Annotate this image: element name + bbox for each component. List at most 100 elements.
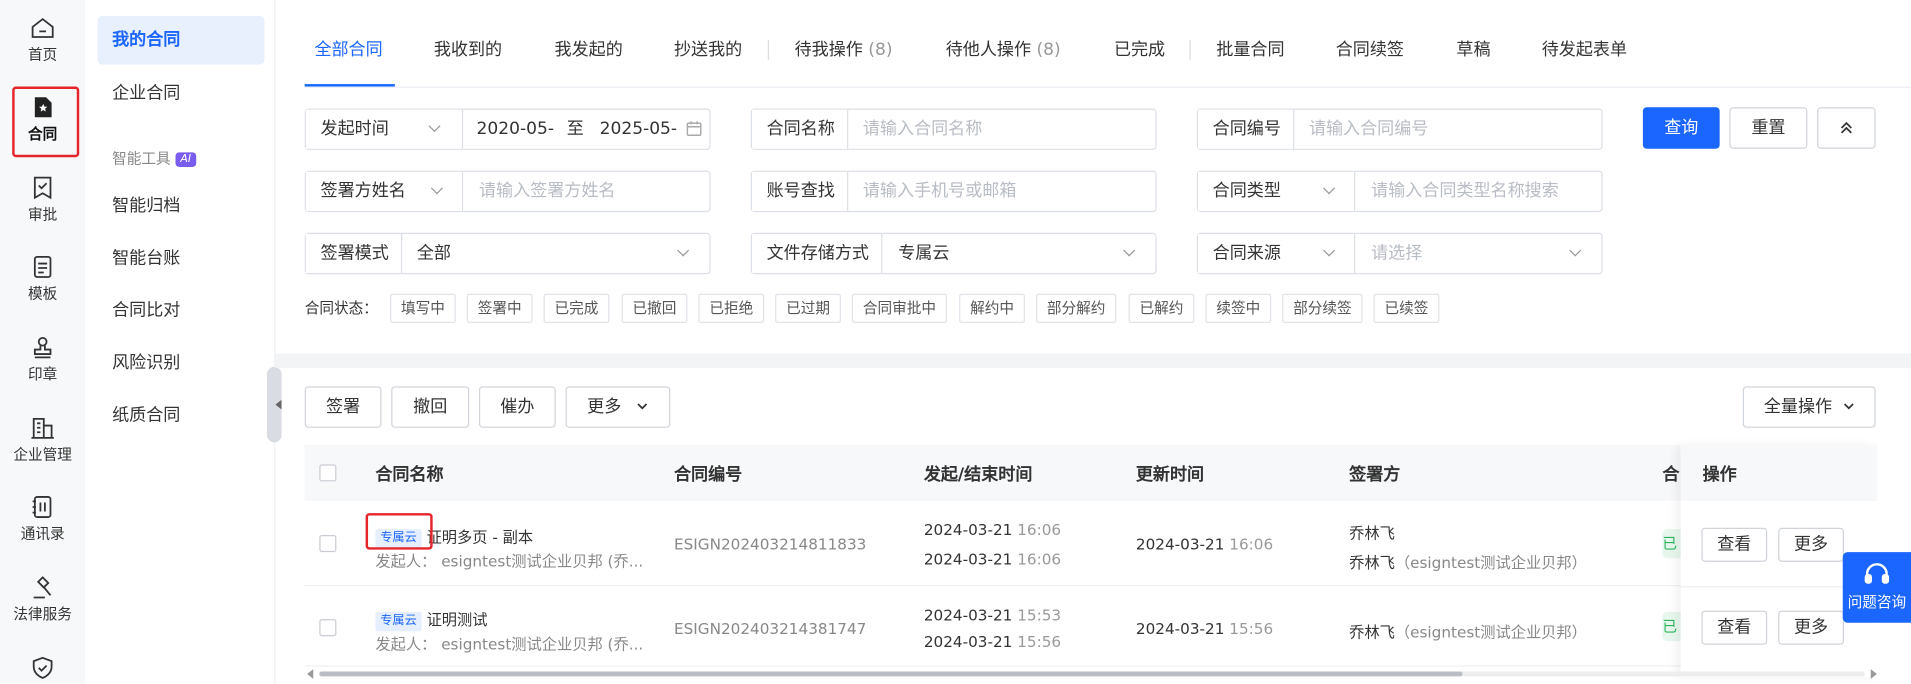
nav-home[interactable]: 首页 — [0, 15, 85, 65]
status-chip[interactable]: 合同审批中 — [851, 293, 947, 323]
tab-initiated[interactable]: 我发起的 — [555, 37, 623, 61]
status-chip[interactable]: 已续签 — [1373, 293, 1440, 323]
revoke-button[interactable]: 撤回 — [391, 386, 470, 428]
status-chip[interactable]: 续签中 — [1205, 293, 1272, 323]
row-checkbox[interactable] — [319, 535, 337, 553]
start-clock: 16:06 — [1017, 520, 1062, 539]
sidebar-item-paper-contracts[interactable]: 纸质合同 — [98, 391, 265, 440]
tab-received[interactable]: 我收到的 — [434, 37, 502, 61]
sidebar-item-enterprise-contracts[interactable]: 企业合同 — [98, 69, 265, 118]
signer-name: 乔林飞 — [1349, 553, 1395, 572]
row-more-button[interactable]: 更多 — [1778, 610, 1844, 645]
tab-todo-me[interactable]: 待我操作 (8) — [795, 37, 893, 61]
signer-org: （esigntest测试企业贝邦） — [1394, 622, 1587, 642]
sidebar-item-my-contracts[interactable]: 我的合同 — [97, 15, 265, 65]
reset-button[interactable]: 重置 — [1729, 107, 1808, 149]
nav-contacts[interactable]: 通讯录 — [0, 494, 85, 544]
tab-completed[interactable]: 已完成 — [1114, 37, 1165, 61]
status-chip[interactable]: 已拒绝 — [698, 293, 765, 323]
contract-type-select[interactable]: 合同类型 — [1198, 171, 1356, 211]
urge-button[interactable]: 催办 — [478, 386, 556, 428]
source-select[interactable]: 请选择 — [1371, 234, 1422, 273]
table-row[interactable]: 专属云 证明测试 发起人： esigntest测试企业贝邦 (乔... ESIGN… — [304, 586, 1877, 667]
tab-drafts[interactable]: 草稿 — [1456, 37, 1490, 61]
bulk-operations-button[interactable]: 全量操作 — [1742, 386, 1876, 428]
row-more-button[interactable]: 更多 — [1778, 527, 1844, 562]
tab-all[interactable]: 全部合同 — [314, 37, 382, 61]
status-chip[interactable]: 已完成 — [543, 293, 610, 323]
status-chip[interactable]: 已撤回 — [621, 293, 688, 323]
help-consult-button[interactable]: 问题咨询 — [1842, 552, 1911, 623]
nav-enterprise[interactable]: 企业管理 — [0, 414, 85, 464]
headset-icon — [1864, 563, 1890, 584]
scroll-thumb[interactable] — [319, 671, 1463, 677]
horizontal-scrollbar[interactable] — [307, 669, 1877, 679]
collapse-filters-button[interactable] — [1817, 107, 1876, 149]
contract-name-cell[interactable]: 专属云 证明测试 — [375, 607, 488, 632]
contacts-icon — [32, 496, 52, 518]
section-divider — [275, 353, 1911, 369]
query-button[interactable]: 查询 — [1642, 107, 1720, 149]
sidebar-item-smart-archive[interactable]: 智能归档 — [98, 182, 265, 231]
status-chip[interactable]: 填写中 — [390, 293, 456, 323]
date-end-input[interactable]: 2025-05- — [600, 110, 677, 149]
column-header-signers: 签署方 — [1349, 465, 1401, 486]
signer-input[interactable]: 请输入签署方姓名 — [479, 172, 616, 211]
tab-cc-me[interactable]: 抄送我的 — [674, 37, 742, 61]
updated-clock: 15:56 — [1229, 619, 1274, 638]
source-type-select[interactable]: 合同来源 — [1198, 234, 1356, 273]
source-filter: 合同来源 请选择 — [1196, 232, 1603, 275]
contract-type-input[interactable]: 请输入合同类型名称搜索 — [1371, 172, 1578, 211]
sign-button[interactable]: 签署 — [304, 386, 382, 428]
sidebar-collapse-handle[interactable] — [266, 366, 282, 443]
updated-time: 2024-03-21 15:56 — [1136, 619, 1273, 637]
status-chip[interactable]: 部分续签 — [1282, 293, 1363, 323]
scroll-left-icon[interactable] — [307, 669, 314, 679]
view-button[interactable]: 查看 — [1701, 610, 1768, 645]
view-button[interactable]: 查看 — [1701, 527, 1768, 562]
time-type-select[interactable]: 发起时间 — [305, 109, 464, 149]
more-actions-button[interactable]: 更多 — [565, 386, 671, 428]
table-row[interactable]: 专属云 证明多页 - 副本 发起人： esigntest测试企业贝邦 (乔... … — [304, 501, 1877, 587]
nav-approval[interactable]: 审批 — [0, 174, 85, 224]
status-chip[interactable]: 签署中 — [466, 293, 533, 323]
status-badge: 已 — [1662, 528, 1682, 559]
sidebar-item-contract-compare[interactable]: 合同比对 — [98, 286, 265, 335]
shield-icon — [32, 656, 53, 679]
status-chip[interactable]: 部分解约 — [1035, 293, 1117, 323]
tab-batch[interactable]: 批量合同 — [1216, 37, 1284, 61]
status-chip[interactable]: 已过期 — [775, 293, 841, 323]
account-input[interactable]: 请输入手机号或邮箱 — [863, 172, 1017, 211]
column-header-updated: 更新时间 — [1135, 465, 1205, 486]
tab-renewal[interactable]: 合同续签 — [1336, 37, 1404, 61]
contract-no-input[interactable]: 请输入合同编号 — [1309, 110, 1428, 149]
nav-template[interactable]: 模板 — [0, 254, 85, 304]
nav-legal[interactable]: 法律服务 — [0, 574, 85, 624]
nav-seal[interactable]: 印章 — [0, 334, 85, 384]
contract-name: 证明多页 - 副本 — [426, 527, 534, 546]
nav-shield[interactable] — [0, 654, 85, 683]
status-chip[interactable]: 解约中 — [959, 293, 1025, 323]
row-checkbox[interactable] — [319, 619, 337, 637]
contract-name-filter: 合同名称 请输入合同名称 — [750, 108, 1157, 150]
tab-pending-forms[interactable]: 待发起表单 — [1542, 37, 1627, 61]
contract-name-input[interactable]: 请输入合同名称 — [863, 110, 982, 149]
status-chip[interactable]: 已解约 — [1128, 293, 1195, 323]
signer-type-select[interactable]: 签署方姓名 — [305, 171, 464, 211]
sign-mode-select[interactable]: 全部 — [417, 234, 451, 273]
calendar-icon[interactable] — [686, 121, 702, 137]
sidebar-item-smart-ledger[interactable]: 智能台账 — [98, 234, 265, 283]
date-start-input[interactable]: 2020-05- — [477, 110, 554, 149]
chevron-down-icon — [428, 120, 441, 133]
storage-select[interactable]: 专属云 — [898, 234, 949, 273]
scroll-right-icon[interactable] — [1870, 669, 1877, 679]
ai-badge: AI — [175, 151, 197, 167]
enterprise-icon — [31, 417, 54, 439]
select-all-checkbox[interactable] — [319, 464, 337, 482]
seal-icon — [33, 336, 52, 359]
status-badge: 已 — [1662, 611, 1682, 642]
sidebar-item-risk-detection[interactable]: 风险识别 — [98, 339, 265, 388]
start-date: 2024-03-21 — [923, 520, 1013, 539]
tab-todo-others[interactable]: 待他人操作 (8) — [946, 37, 1061, 61]
contract-sidebar: 我的合同 企业合同 智能工具 AI 智能归档 智能台账 合同比对 风险识别 纸质合… — [85, 0, 276, 684]
